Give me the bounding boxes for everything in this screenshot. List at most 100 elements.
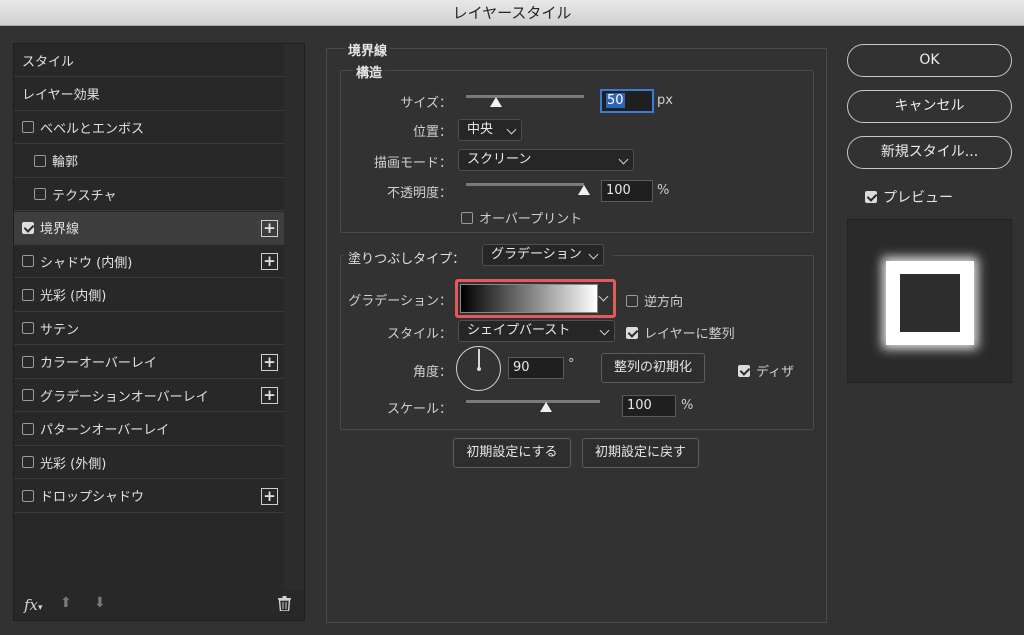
scale-input[interactable]: 100 <box>622 395 676 417</box>
fx-icon[interactable]: fx▾ <box>24 596 43 614</box>
make-default-button[interactable]: 初期設定にする <box>453 438 571 468</box>
style-list-item-label: 光彩 (外側) <box>40 456 107 472</box>
arrow-up-icon[interactable]: ⬆ <box>60 595 72 611</box>
opacity-unit: % <box>657 183 670 198</box>
style-list-item[interactable]: 光彩 (外側) <box>14 446 284 479</box>
style-list-item-label: 光彩 (内側) <box>40 289 107 304</box>
style-checkbox[interactable] <box>22 288 34 301</box>
chevron-down-icon[interactable] <box>598 291 609 302</box>
style-checkbox[interactable] <box>22 389 34 401</box>
fill-type-select[interactable]: グラデーション <box>482 244 604 266</box>
style-checkbox[interactable] <box>22 121 34 133</box>
align-layer-checkbox-box[interactable] <box>626 326 638 339</box>
style-list-item-label: グラデーションオーバーレイ <box>40 389 209 405</box>
gradient-picker[interactable] <box>455 279 616 318</box>
style-checkbox[interactable] <box>22 489 34 502</box>
style-list-panel: スタイル レイヤー効果ベベルとエンボス輪郭テクスチャ境界線 + シャドウ (内側) + 光… <box>13 43 305 621</box>
style-checkbox[interactable] <box>22 221 34 234</box>
overprint-checkbox[interactable]: オーバープリント <box>461 208 582 227</box>
size-input[interactable]: 50 <box>601 90 653 112</box>
opacity-label: 不透明度： <box>386 186 452 201</box>
scale-slider[interactable] <box>466 400 600 403</box>
overprint-checkbox-box[interactable] <box>461 211 473 224</box>
add-effect-icon[interactable]: + <box>261 387 278 404</box>
add-effect-icon[interactable]: + <box>261 487 278 505</box>
style-list-item[interactable]: パターンオーバーレイ <box>14 413 284 446</box>
chevron-down-icon <box>618 154 629 165</box>
style-list-item[interactable]: サテン <box>14 312 284 345</box>
position-label: 位置： <box>412 125 452 140</box>
gradient-swatch[interactable] <box>460 284 598 313</box>
style-list-item[interactable]: シャドウ (内側) + <box>14 245 284 278</box>
angle-dial[interactable] <box>456 346 501 391</box>
dither-checkbox-box[interactable] <box>738 364 750 377</box>
style-checkbox[interactable] <box>22 422 34 435</box>
scale-slider-thumb[interactable] <box>540 402 553 412</box>
style-list-item[interactable]: グラデーションオーバーレイ + <box>14 379 284 412</box>
size-slider-thumb[interactable] <box>489 97 502 107</box>
angle-dial-center <box>476 367 481 371</box>
style-list-item[interactable]: 境界線 + <box>14 211 284 245</box>
style-list-item-label: ベベルとエンボス <box>40 121 145 137</box>
angle-label: 角度： <box>412 365 452 380</box>
style-list-item[interactable]: ベベルとエンボス <box>14 111 284 144</box>
style-list-item-label: カラーオーバーレイ <box>40 356 157 371</box>
overprint-label: オーバープリント <box>479 212 583 227</box>
add-effect-icon[interactable]: + <box>261 253 278 270</box>
style-checkbox[interactable] <box>22 456 34 468</box>
style-checkbox[interactable] <box>34 188 46 200</box>
preview-checkbox-box[interactable] <box>865 191 877 203</box>
reset-to-default-button[interactable]: 初期設定に戻す <box>582 438 699 468</box>
reverse-checkbox-box[interactable] <box>626 294 638 307</box>
style-checkbox[interactable] <box>34 154 46 167</box>
chevron-down-icon <box>506 124 517 135</box>
preview-checkbox[interactable]: プレビュー <box>865 187 953 207</box>
dither-checkbox[interactable]: ディザ <box>738 361 794 380</box>
style-list-scrollbar[interactable] <box>284 44 304 590</box>
style-list-item-label: パターンオーバーレイ <box>40 423 170 438</box>
new-style-button[interactable]: 新規スタイル... <box>847 136 1012 169</box>
position-value: 中央 <box>467 122 494 137</box>
fill-type-label: 塗りつぶしタイプ： <box>348 252 466 267</box>
angle-unit: ° <box>568 357 575 372</box>
angle-value: 90 <box>513 360 530 375</box>
dither-label: ディザ <box>756 365 795 380</box>
reverse-checkbox[interactable]: 逆方向 <box>626 291 683 310</box>
size-label: サイズ： <box>400 96 452 111</box>
cancel-button[interactable]: キャンセル <box>847 90 1012 123</box>
opacity-slider[interactable] <box>466 183 584 186</box>
style-checkbox[interactable] <box>22 255 34 267</box>
ok-button[interactable]: OK <box>847 44 1012 77</box>
scale-label: スケール： <box>386 402 452 417</box>
add-effect-icon[interactable]: + <box>261 219 278 237</box>
gradient-label: グラデーション： <box>348 294 452 309</box>
position-select[interactable]: 中央 <box>458 119 522 141</box>
add-effect-icon[interactable]: + <box>261 353 278 371</box>
style-label: スタイル： <box>386 327 452 342</box>
reset-alignment-button[interactable]: 整列の初期化 <box>601 353 705 383</box>
gradient-style-select[interactable]: シェイプバースト <box>458 320 615 342</box>
style-list-item[interactable]: 輪郭 <box>14 145 284 178</box>
fx-label: fx <box>24 596 39 614</box>
style-list-item[interactable]: スタイル <box>14 44 284 77</box>
style-checkbox[interactable] <box>22 322 34 334</box>
style-list-item-label: テクスチャ <box>52 188 117 204</box>
blend-mode-select[interactable]: スクリーン <box>458 149 634 171</box>
style-list-item[interactable]: カラーオーバーレイ + <box>14 346 284 379</box>
size-slider[interactable] <box>466 95 584 98</box>
opacity-input[interactable]: 100 <box>601 180 653 202</box>
size-value: 50 <box>606 93 625 108</box>
opacity-slider-thumb[interactable] <box>578 185 590 195</box>
arrow-down-icon[interactable]: ⬇ <box>94 595 106 611</box>
style-list-item-label: シャドウ (内側) <box>40 255 133 271</box>
style-checkbox[interactable] <box>22 355 34 368</box>
align-layer-checkbox[interactable]: レイヤーに整列 <box>626 323 735 342</box>
style-list-item[interactable]: 光彩 (内側) <box>14 279 284 312</box>
style-list-item[interactable]: ドロップシャドウ + <box>14 480 284 513</box>
trash-icon[interactable] <box>278 596 291 612</box>
blend-mode-value: スクリーン <box>467 152 532 167</box>
style-list-item[interactable]: テクスチャ <box>14 178 284 211</box>
opacity-value: 100 <box>606 183 631 198</box>
style-list-item[interactable]: レイヤー効果 <box>14 78 284 111</box>
angle-input[interactable]: 90 <box>508 357 564 379</box>
